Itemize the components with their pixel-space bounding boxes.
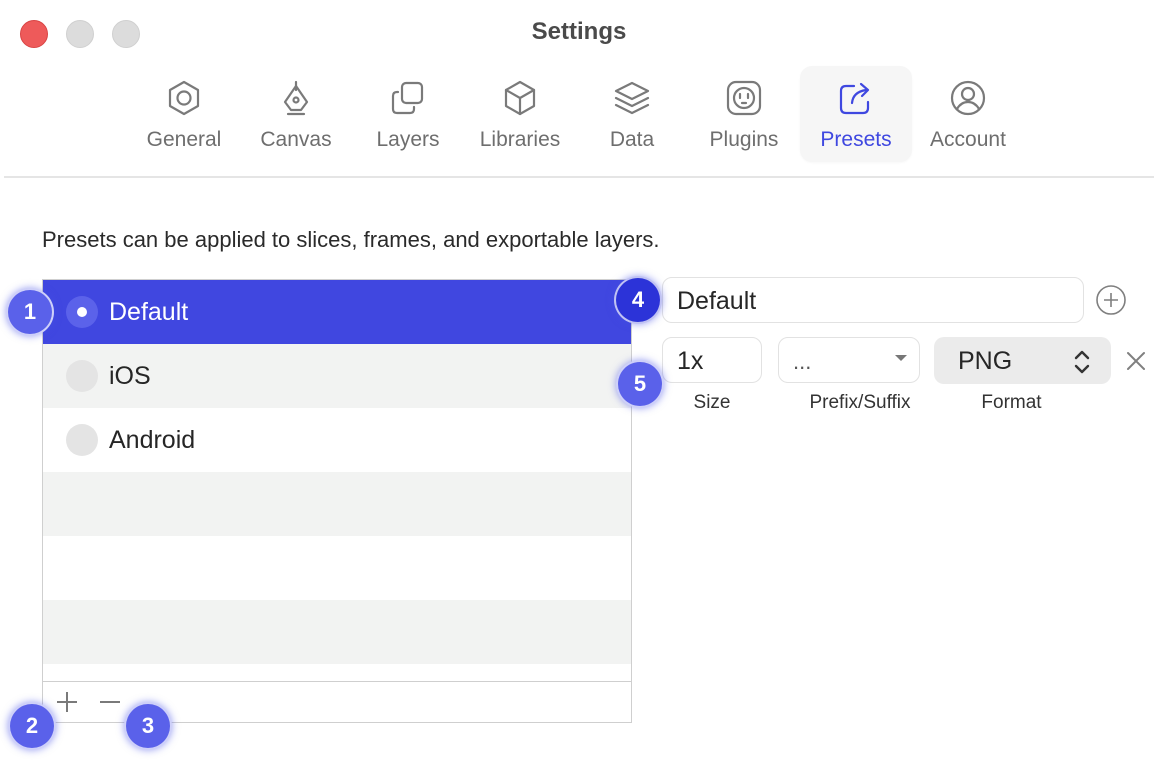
plus-circle-icon bbox=[1096, 285, 1126, 315]
user-circle-icon bbox=[946, 76, 990, 120]
size-field[interactable]: 1x bbox=[662, 337, 762, 383]
marker-2: 2 bbox=[8, 702, 56, 750]
marker-3: 3 bbox=[124, 702, 172, 750]
tab-canvas[interactable]: Canvas bbox=[240, 66, 352, 162]
add-export-size-button[interactable] bbox=[1095, 284, 1127, 316]
tab-data[interactable]: Data bbox=[576, 66, 688, 162]
preset-row-ios[interactable]: iOS bbox=[43, 344, 631, 408]
plug-socket-icon bbox=[722, 76, 766, 120]
presets-description: Presets can be applied to slices, frames… bbox=[42, 227, 660, 252]
preset-label: iOS bbox=[109, 361, 151, 390]
preset-radio[interactable] bbox=[66, 360, 98, 392]
tab-label: Canvas bbox=[260, 128, 332, 151]
window-title: Settings bbox=[531, 18, 627, 45]
close-icon bbox=[1127, 352, 1145, 370]
hexagon-gear-icon bbox=[162, 76, 206, 120]
marker-5: 5 bbox=[616, 360, 664, 408]
empty-row bbox=[43, 600, 631, 664]
remove-export-size-button[interactable] bbox=[1124, 349, 1148, 373]
prefix-suffix-label: Prefix/Suffix bbox=[809, 392, 911, 413]
plus-icon bbox=[57, 692, 77, 712]
preset-radio[interactable] bbox=[66, 296, 98, 328]
marker-1: 1 bbox=[6, 288, 54, 336]
minus-icon bbox=[100, 701, 120, 703]
remove-preset-button[interactable] bbox=[94, 686, 126, 718]
marker-4: 4 bbox=[614, 276, 662, 324]
updown-chevron-icon bbox=[1072, 349, 1092, 375]
tab-general[interactable]: General bbox=[128, 66, 240, 162]
toolbar-divider bbox=[4, 176, 1154, 178]
add-preset-button[interactable] bbox=[51, 686, 83, 718]
tab-account[interactable]: Account bbox=[912, 66, 1024, 162]
tab-label: Data bbox=[609, 128, 655, 151]
preset-radio[interactable] bbox=[66, 424, 98, 456]
empty-row bbox=[43, 536, 631, 600]
empty-row bbox=[43, 472, 631, 536]
share-export-icon bbox=[834, 76, 878, 120]
tab-label: Account bbox=[930, 128, 1006, 151]
preset-row-default[interactable]: Default bbox=[43, 280, 631, 344]
settings-tabs: General Canvas Layers Libraries Data Plu… bbox=[128, 66, 1024, 162]
preset-label: Default bbox=[109, 297, 189, 326]
preset-row-android[interactable]: Android bbox=[43, 408, 631, 472]
tab-label: Plugins bbox=[709, 128, 779, 151]
format-label: Format bbox=[981, 392, 1042, 413]
preset-name-field[interactable]: Default bbox=[662, 277, 1084, 323]
tab-presets[interactable]: Presets bbox=[800, 66, 912, 162]
pen-nib-icon bbox=[274, 76, 318, 120]
cube-icon bbox=[498, 76, 542, 120]
dropdown-arrow-icon[interactable] bbox=[895, 355, 907, 361]
tab-plugins[interactable]: Plugins bbox=[688, 66, 800, 162]
tab-label: Presets bbox=[820, 128, 892, 151]
tab-label: Layers bbox=[376, 128, 440, 151]
presets-list[interactable]: Default iOS Android bbox=[42, 279, 632, 723]
radio-dot bbox=[77, 307, 87, 317]
tab-layers[interactable]: Layers bbox=[352, 66, 464, 162]
tab-libraries[interactable]: Libraries bbox=[464, 66, 576, 162]
stack-icon bbox=[610, 76, 654, 120]
size-label: Size bbox=[693, 392, 731, 413]
layers-squares-icon bbox=[386, 76, 430, 120]
tab-label: General bbox=[146, 128, 222, 151]
preset-label: Android bbox=[109, 425, 196, 454]
tab-label: Libraries bbox=[479, 128, 561, 151]
